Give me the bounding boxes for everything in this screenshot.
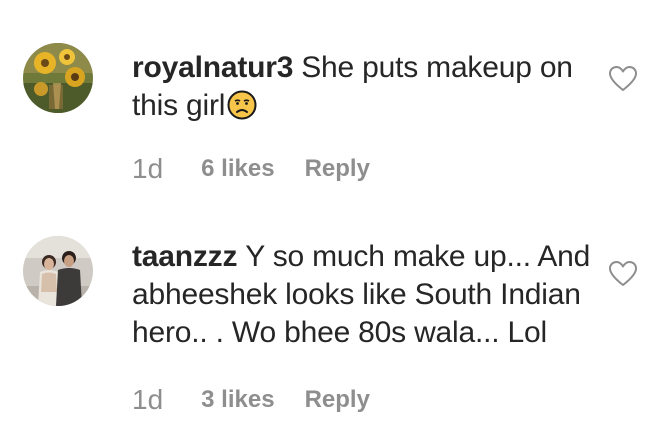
reply-button[interactable]: Reply <box>305 155 370 183</box>
comment-likes-count[interactable]: 6 likes <box>201 155 274 183</box>
heart-icon <box>609 66 637 91</box>
comment-body: taanzzz Y so much make up... And abheeshe… <box>132 238 592 352</box>
comment-timestamp: 1d <box>132 153 164 184</box>
avatar[interactable] <box>23 236 93 306</box>
comment-item: royalnatur3 She puts makeup on this girl … <box>0 0 670 215</box>
sunflower-photo-avatar <box>23 43 93 113</box>
like-button[interactable] <box>608 64 638 94</box>
comments-list: royalnatur3 She puts makeup on this girl … <box>0 0 670 439</box>
heart-icon <box>609 261 637 286</box>
comment-item: taanzzz Y so much make up... And abheeshe… <box>0 220 670 439</box>
avatar[interactable] <box>23 43 93 113</box>
comment-likes-count[interactable]: 3 likes <box>201 386 274 414</box>
comment-meta: 1d 6 likes Reply <box>132 149 370 189</box>
comment-username[interactable]: taanzzz <box>132 240 237 273</box>
like-button[interactable] <box>608 259 638 289</box>
comment-meta: 1d 3 likes Reply <box>132 380 370 420</box>
comment-username[interactable]: royalnatur3 <box>132 51 293 84</box>
reply-button[interactable]: Reply <box>305 386 370 414</box>
comment-body: royalnatur3 She puts makeup on this girl <box>132 49 592 130</box>
couple-photo-avatar <box>23 236 93 306</box>
comment-timestamp: 1d <box>132 384 164 415</box>
unamused-face-emoji-icon <box>227 90 257 130</box>
